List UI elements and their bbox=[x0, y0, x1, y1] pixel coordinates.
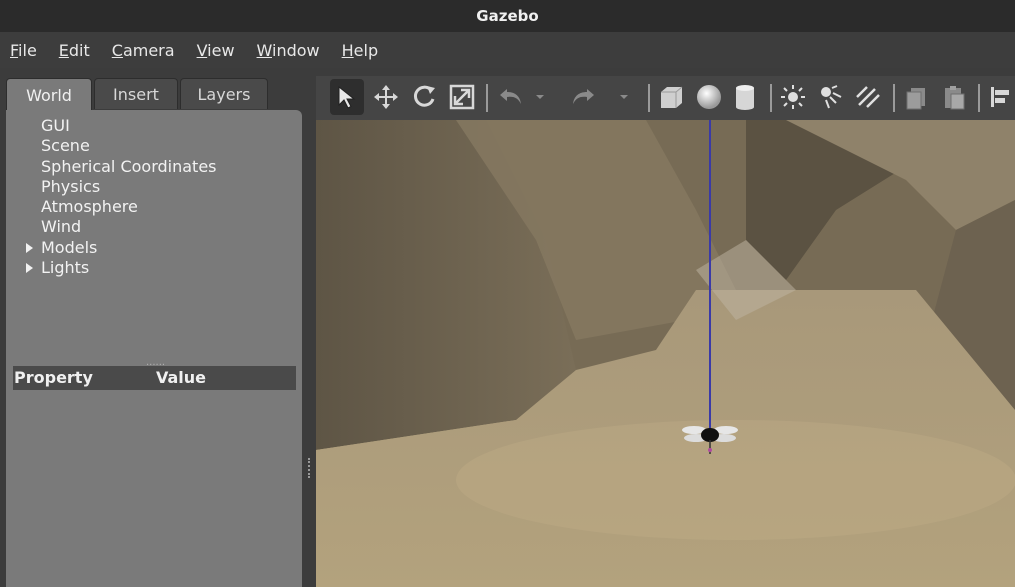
insert-box-button[interactable] bbox=[654, 79, 688, 115]
3d-viewport[interactable] bbox=[316, 120, 1015, 587]
scale-mode-button[interactable] bbox=[445, 79, 479, 115]
property-table-header: Property Value bbox=[13, 366, 296, 390]
directional-light-button[interactable] bbox=[851, 79, 885, 115]
toolbar bbox=[316, 76, 1015, 120]
tree-item-wind[interactable]: Wind bbox=[6, 217, 302, 237]
rotate-mode-button[interactable] bbox=[407, 79, 441, 115]
point-light-button[interactable] bbox=[776, 79, 810, 115]
toolbar-separator bbox=[770, 84, 772, 112]
menu-edit[interactable]: Edit bbox=[59, 41, 90, 60]
menu-view[interactable]: View bbox=[197, 41, 235, 60]
undo-history-dropdown[interactable] bbox=[530, 79, 550, 115]
select-arrow-icon bbox=[338, 85, 356, 109]
point-light-icon bbox=[781, 85, 805, 109]
tree-item-gui[interactable]: GUI bbox=[6, 116, 302, 136]
toolbar-separator bbox=[893, 84, 895, 112]
undo-button[interactable] bbox=[494, 79, 528, 115]
tree-item-physics[interactable]: Physics bbox=[6, 177, 302, 197]
copy-button[interactable] bbox=[899, 79, 933, 115]
tree-item-spherical-coordinates[interactable]: Spherical Coordinates bbox=[6, 157, 302, 177]
tree-item-scene[interactable]: Scene bbox=[6, 136, 302, 156]
tab-insert[interactable]: Insert bbox=[94, 78, 178, 109]
align-button[interactable] bbox=[982, 79, 1015, 115]
undo-icon bbox=[500, 89, 521, 104]
scale-icon bbox=[449, 84, 475, 110]
tab-bar: World Insert Layers bbox=[6, 78, 270, 112]
insert-sphere-button[interactable] bbox=[692, 79, 726, 115]
toolbar-separator bbox=[486, 84, 488, 112]
tree-item-models[interactable]: Models bbox=[6, 238, 302, 258]
expand-arrow-icon[interactable] bbox=[26, 263, 33, 274]
translate-mode-button[interactable] bbox=[369, 79, 403, 115]
copy-icon bbox=[906, 88, 925, 110]
redo-history-dropdown[interactable] bbox=[614, 79, 634, 115]
value-column-header: Value bbox=[156, 368, 207, 387]
paste-icon bbox=[945, 86, 965, 110]
cylinder-icon bbox=[736, 85, 754, 110]
redo-button[interactable] bbox=[566, 79, 600, 115]
box-icon bbox=[661, 86, 683, 108]
toolbar-separator bbox=[978, 84, 980, 112]
scene-render bbox=[316, 120, 1015, 587]
menu-help[interactable]: Help bbox=[342, 41, 378, 60]
chevron-down-icon bbox=[620, 95, 628, 99]
spot-light-icon bbox=[821, 85, 842, 109]
window-titlebar: Gazebo bbox=[0, 0, 1015, 32]
chevron-down-icon bbox=[536, 95, 544, 99]
menu-camera[interactable]: Camera bbox=[112, 41, 175, 60]
menu-file[interactable]: File bbox=[10, 41, 37, 60]
menu-window[interactable]: Window bbox=[257, 41, 320, 60]
tab-world[interactable]: World bbox=[6, 78, 92, 112]
tree-item-atmosphere[interactable]: Atmosphere bbox=[6, 197, 302, 217]
sphere-icon bbox=[697, 85, 721, 109]
select-mode-button[interactable] bbox=[330, 79, 364, 115]
expand-arrow-icon[interactable] bbox=[26, 242, 33, 253]
rotate-icon bbox=[413, 85, 435, 107]
align-icon bbox=[990, 87, 1009, 107]
redo-icon bbox=[573, 89, 594, 104]
menu-bar: File Edit Camera View Window Help bbox=[0, 32, 1015, 68]
window-title: Gazebo bbox=[476, 7, 539, 25]
left-panel: World Insert Layers GUI Scene Spherical … bbox=[0, 68, 316, 587]
tree-item-lights[interactable]: Lights bbox=[6, 258, 302, 278]
toolbar-separator bbox=[648, 84, 650, 112]
paste-button[interactable] bbox=[937, 79, 971, 115]
world-tree: GUI Scene Spherical Coordinates Physics … bbox=[6, 116, 302, 278]
world-panel: GUI Scene Spherical Coordinates Physics … bbox=[6, 110, 302, 587]
directional-light-icon bbox=[856, 86, 880, 108]
spot-light-button[interactable] bbox=[813, 79, 847, 115]
translate-icon bbox=[374, 85, 398, 109]
panel-resize-handle[interactable] bbox=[303, 68, 316, 587]
tab-layers[interactable]: Layers bbox=[180, 78, 268, 109]
insert-cylinder-button[interactable] bbox=[728, 79, 762, 115]
property-column-header: Property bbox=[14, 368, 93, 387]
grip-icon bbox=[308, 458, 312, 478]
